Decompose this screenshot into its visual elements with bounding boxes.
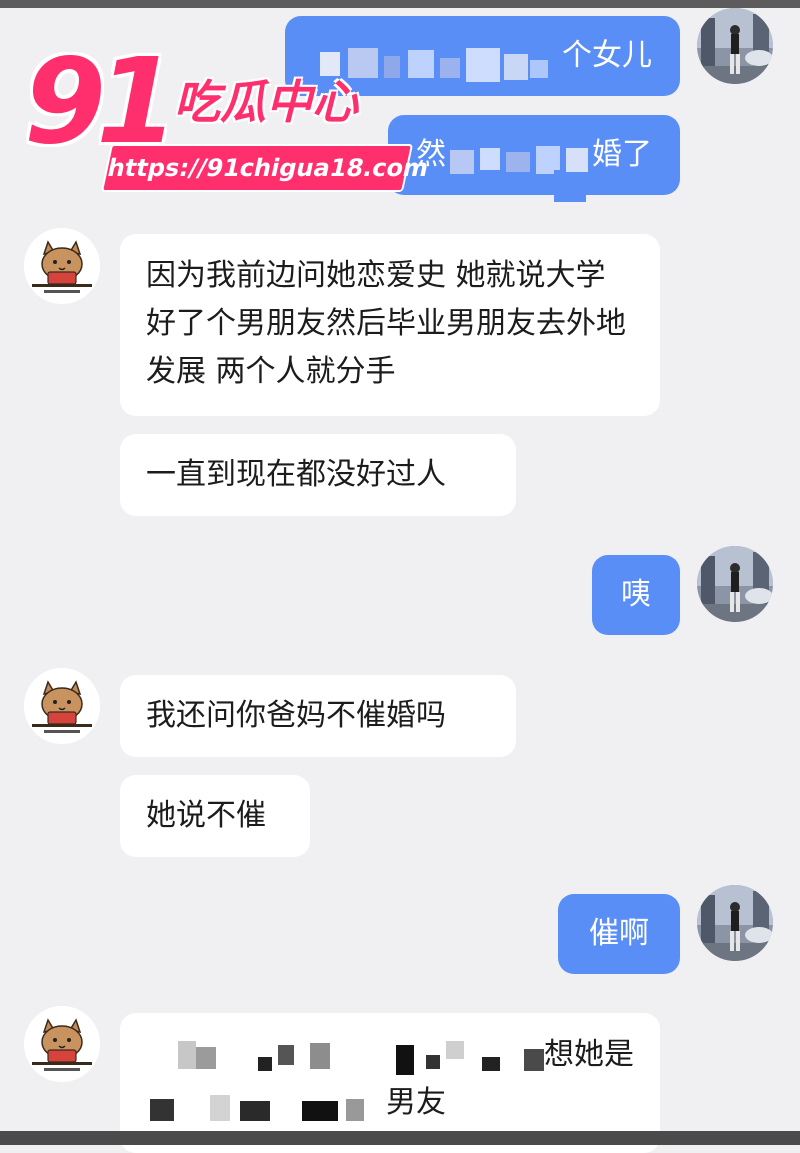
person-photo-avatar-icon[interactable]: [697, 885, 773, 961]
bottom-edge-strip: [0, 1131, 800, 1145]
logo-name: 吃瓜中心: [174, 75, 358, 129]
message-text: 我还问你爸妈不催婚吗: [146, 698, 446, 733]
message-text: 一直到现在都没好过人: [146, 457, 446, 492]
logo-url: https://91chigua18.com: [100, 144, 431, 192]
message-text: 她说不催: [146, 798, 266, 833]
message-bubble-outgoing[interactable]: 催啊: [558, 894, 680, 974]
message-text-end: 婚了: [592, 137, 652, 172]
message-bubble-incoming[interactable]: 因为我前边问她恋爱史 她就说大学好了个男朋友然后毕业男朋友去外地发展 两个人就分…: [120, 234, 660, 416]
message-bubble-incoming[interactable]: 她说不催: [120, 775, 310, 857]
message-text: 催啊: [589, 916, 649, 951]
message-text: 咦: [621, 577, 651, 612]
message-bubble-incoming[interactable]: 一直到现在都没好过人: [120, 434, 516, 516]
site-logo-watermark: 91 吃瓜中心 https://91chigua18.com: [24, 32, 431, 192]
person-photo-avatar-icon[interactable]: [697, 546, 773, 622]
message-bubble-incoming[interactable]: 我还问你爸妈不催婚吗: [120, 675, 516, 757]
top-status-strip: [0, 0, 800, 8]
message-bubble-outgoing[interactable]: 咦: [592, 555, 680, 635]
mosaic-redaction: [150, 1035, 550, 1130]
cat-avatar-icon[interactable]: [24, 1006, 100, 1082]
message-text: 个女儿: [562, 38, 652, 73]
cat-avatar-icon[interactable]: [24, 668, 100, 744]
cat-avatar-icon[interactable]: [24, 228, 100, 304]
person-photo-avatar-icon[interactable]: [697, 8, 773, 84]
message-text: 因为我前边问她恋爱史 她就说大学好了个男朋友然后毕业男朋友去外地发展 两个人就分…: [146, 258, 626, 389]
mosaic-redaction: [450, 140, 600, 202]
